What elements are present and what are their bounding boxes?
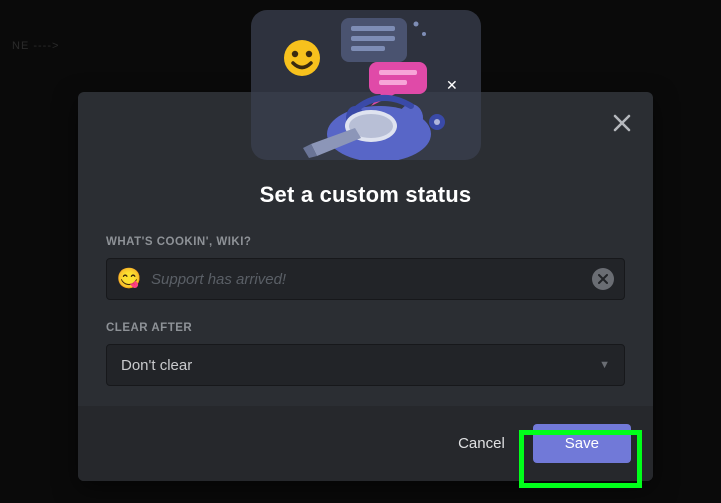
cancel-button[interactable]: Cancel <box>444 425 519 462</box>
custom-status-modal: ✕ Set a custom status WHAT'S COOKIN', WI… <box>78 92 653 481</box>
status-text-input[interactable] <box>151 271 592 288</box>
modal-title: Set a custom status <box>106 182 625 208</box>
backdrop-text: NE ----> <box>12 40 59 52</box>
hero-illustration: ✕ <box>251 10 481 160</box>
close-icon <box>612 113 632 133</box>
modal-footer: Cancel Save <box>78 406 653 481</box>
clear-status-button[interactable] <box>592 268 614 290</box>
emoji-picker-button[interactable]: 😋 <box>117 267 141 291</box>
clear-after-value: Don't clear <box>121 357 192 374</box>
wumpus-illustration: ✕ <box>251 10 481 160</box>
close-button[interactable] <box>605 106 639 140</box>
status-field-label: WHAT'S COOKIN', WIKI? <box>106 236 625 248</box>
save-button[interactable]: Save <box>533 424 631 463</box>
clear-after-select[interactable]: Don't clear ▼ <box>106 344 625 386</box>
x-icon <box>598 274 608 284</box>
svg-text:✕: ✕ <box>446 77 458 93</box>
status-input-row: 😋 <box>106 258 625 300</box>
clear-after-label: CLEAR AFTER <box>106 322 625 334</box>
chevron-down-icon: ▼ <box>599 359 610 371</box>
